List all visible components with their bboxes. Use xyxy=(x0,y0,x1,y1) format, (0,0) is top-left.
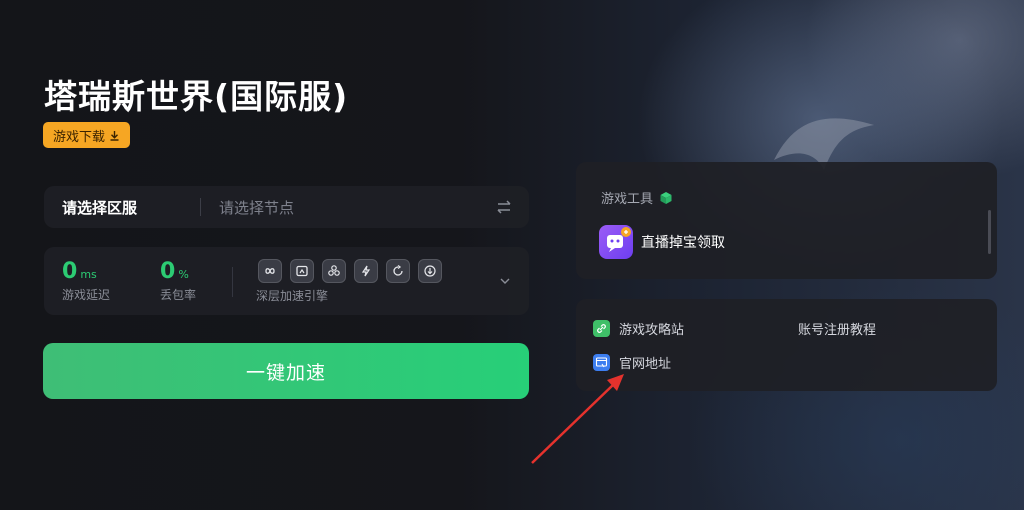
annotation-arrow xyxy=(531,374,624,464)
